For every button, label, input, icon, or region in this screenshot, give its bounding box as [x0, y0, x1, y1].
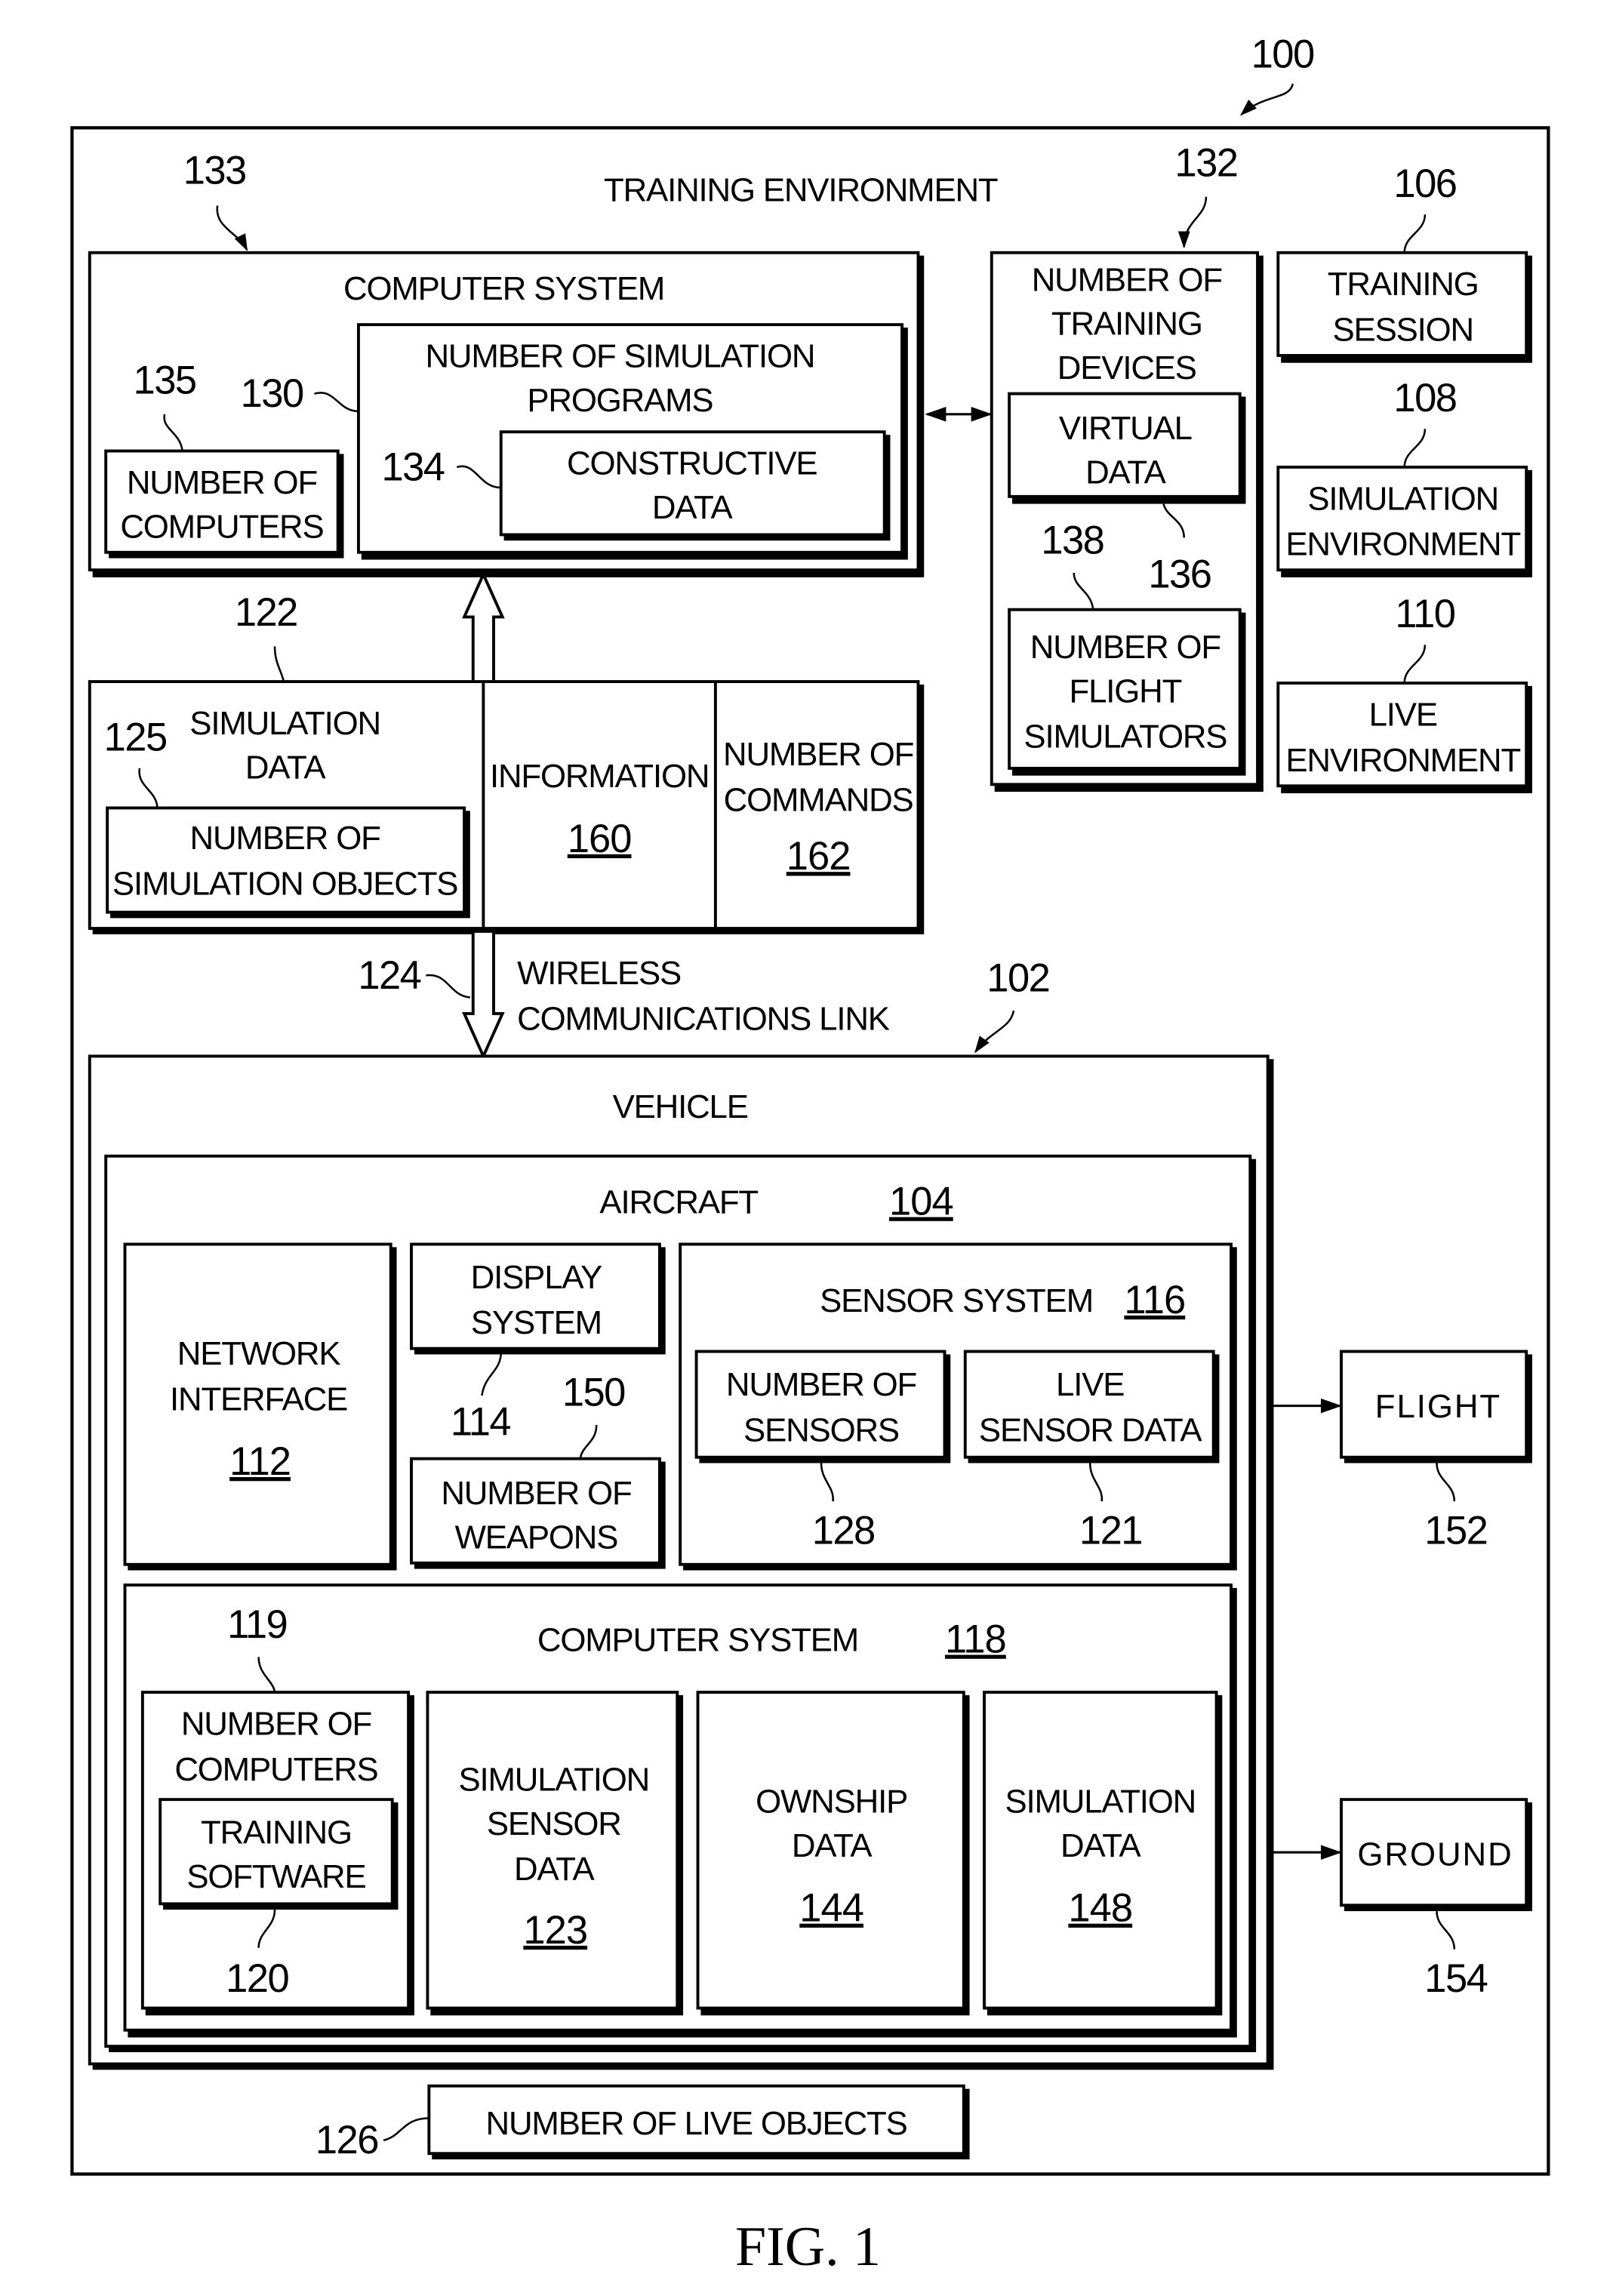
wireless-link-line2: COMMUNICATIONS LINK: [517, 1000, 890, 1037]
ref-125: 125: [104, 716, 167, 760]
simulation-sensor-data-line2: SENSOR: [487, 1805, 621, 1842]
constructive-data-line2: DATA: [652, 489, 734, 526]
computer-system-top-label: COMPUTER SYSTEM: [343, 270, 664, 307]
ref-119: 119: [227, 1602, 287, 1647]
display-system-line2: SYSTEM: [471, 1304, 602, 1341]
number-of-computers-line1: NUMBER OF: [127, 464, 317, 501]
ref-124: 124: [358, 953, 420, 998]
weapons-line1: NUMBER OF: [441, 1475, 631, 1512]
ref-122: 122: [235, 590, 297, 635]
information-label: INFORMATION: [490, 758, 709, 795]
commands-line1: NUMBER OF: [723, 736, 913, 773]
ref-128: 128: [812, 1509, 875, 1553]
ref-148: 148: [1068, 1886, 1132, 1931]
virtual-data-line1: VIRTUAL: [1059, 410, 1192, 447]
ref-154: 154: [1424, 1956, 1487, 2001]
flight-simulators-line1: NUMBER OF: [1030, 629, 1220, 666]
ref-160: 160: [568, 817, 632, 861]
flight-label: FLIGHT: [1375, 1388, 1501, 1425]
ground-label: GROUND: [1357, 1836, 1513, 1873]
ref-150: 150: [562, 1371, 625, 1415]
training-software-line2: SOFTWARE: [186, 1858, 365, 1895]
weapons-line2: WEAPONS: [455, 1519, 618, 1556]
training-devices-line1: NUMBER OF: [1032, 261, 1222, 298]
vehicle-label: VEHICLE: [613, 1088, 748, 1125]
ref-100: 100: [1251, 32, 1314, 77]
ref-133: 133: [183, 148, 246, 192]
simulation-data-line1: SIMULATION: [189, 705, 380, 742]
simulation-programs-line1: NUMBER OF SIMULATION: [425, 338, 814, 375]
ref-135: 135: [134, 359, 196, 403]
vehicle-number-of-computers-line2: COMPUTERS: [174, 1751, 377, 1788]
vehicle-simulation-data-line1: SIMULATION: [1005, 1784, 1196, 1820]
ref-136: 136: [1148, 552, 1211, 597]
ownship-data-line2: DATA: [792, 1827, 873, 1864]
sensor-system-label: SENSOR SYSTEM: [820, 1282, 1093, 1319]
simulation-programs-line2: PROGRAMS: [527, 382, 713, 419]
network-interface-line2: INTERFACE: [170, 1380, 347, 1417]
ref-108: 108: [1393, 376, 1456, 420]
patent-diagram: 100 TRAINING ENVIRONMENT 133 COMPUTER SY…: [70, 32, 1550, 2277]
live-sensor-data-line1: LIVE: [1056, 1366, 1124, 1403]
live-environment-line2: ENVIRONMENT: [1285, 742, 1520, 779]
live-objects-label: NUMBER OF LIVE OBJECTS: [486, 2105, 907, 2142]
live-environment-line1: LIVE: [1369, 696, 1437, 733]
ref-116: 116: [1124, 1278, 1185, 1322]
ref-114: 114: [451, 1399, 510, 1444]
aircraft-label: AIRCRAFT: [599, 1184, 758, 1221]
simulation-environment-line2: ENVIRONMENT: [1285, 526, 1520, 563]
network-interface-line1: NETWORK: [177, 1335, 341, 1372]
wireless-link-line1: WIRELESS: [517, 955, 681, 992]
flight-simulators-line2: FLIGHT: [1070, 672, 1182, 709]
training-devices-line2: TRAINING: [1051, 306, 1202, 343]
ref-102: 102: [987, 956, 1049, 1001]
ref-121: 121: [1079, 1509, 1142, 1553]
ownship-data-line1: OWNSHIP: [756, 1784, 907, 1820]
training-session-line2: SESSION: [1332, 312, 1473, 349]
simulation-environment-line1: SIMULATION: [1307, 480, 1498, 517]
ref-104: 104: [889, 1180, 953, 1224]
ref-118: 118: [945, 1617, 1006, 1662]
simulation-data-line2: DATA: [245, 749, 327, 786]
ref-138: 138: [1041, 519, 1103, 563]
virtual-data-line2: DATA: [1085, 454, 1167, 491]
commands-line2: COMMANDS: [724, 781, 913, 818]
ref-110: 110: [1395, 592, 1454, 636]
live-sensor-data-line2: SENSOR DATA: [979, 1411, 1202, 1448]
training-devices-line3: DEVICES: [1057, 349, 1196, 386]
figure-caption: FIG. 1: [735, 2215, 881, 2277]
vehicle-number-of-computers-line1: NUMBER OF: [181, 1706, 371, 1743]
flight-simulators-line3: SIMULATORS: [1023, 719, 1227, 756]
vehicle-simulation-data-line2: DATA: [1060, 1827, 1142, 1864]
ref-130: 130: [241, 371, 303, 416]
ref-152: 152: [1424, 1509, 1487, 1553]
vehicle-computer-system-label: COMPUTER SYSTEM: [537, 1622, 858, 1659]
simulation-objects-line2: SIMULATION OBJECTS: [112, 865, 457, 902]
ref-123: 123: [523, 1908, 587, 1953]
number-of-sensors-line2: SENSORS: [743, 1411, 899, 1448]
simulation-sensor-data-line1: SIMULATION: [458, 1761, 649, 1798]
leader-100: [1239, 83, 1294, 116]
ref-126: 126: [316, 2118, 378, 2162]
ref-144: 144: [799, 1886, 863, 1931]
ref-112: 112: [229, 1439, 291, 1484]
ref-106: 106: [1393, 162, 1456, 206]
number-of-computers-line2: COMPUTERS: [120, 508, 323, 545]
training-software-line1: TRAINING: [201, 1814, 352, 1851]
training-environment-label: TRAINING ENVIRONMENT: [604, 172, 998, 209]
display-system-line1: DISPLAY: [471, 1259, 602, 1296]
constructive-data-line1: CONSTRUCTIVE: [567, 445, 817, 482]
ref-132: 132: [1174, 141, 1237, 186]
simulation-objects-line1: NUMBER OF: [190, 820, 380, 857]
ref-162: 162: [786, 834, 851, 879]
ref-134: 134: [381, 445, 444, 489]
training-session-line1: TRAINING: [1328, 266, 1479, 303]
number-of-sensors-line1: NUMBER OF: [726, 1366, 916, 1403]
simulation-sensor-data-line3: DATA: [514, 1851, 596, 1888]
ref-120: 120: [226, 1956, 288, 2001]
